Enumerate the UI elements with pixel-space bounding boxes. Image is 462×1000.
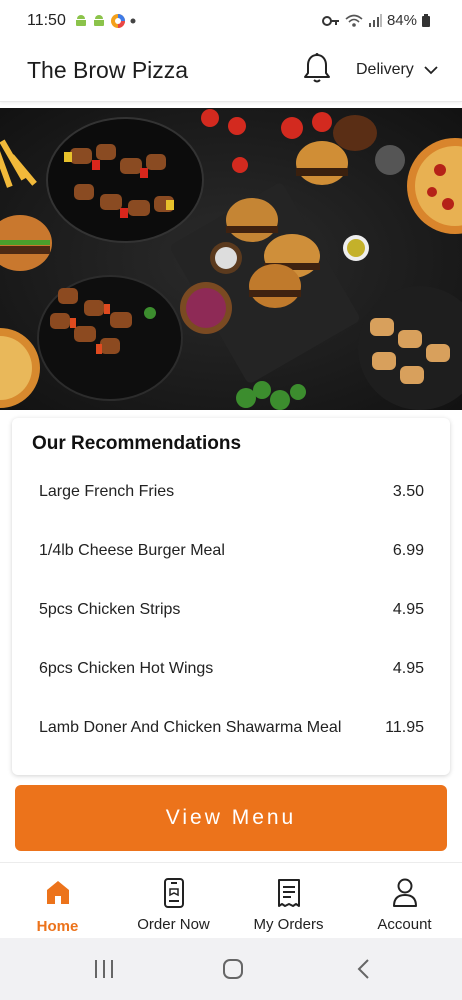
recent-apps-icon[interactable]	[93, 958, 115, 980]
app-header: The Brow Pizza Delivery	[0, 44, 462, 102]
item-price: 11.95	[385, 719, 424, 736]
battery-icon	[422, 14, 430, 27]
android-icon	[93, 15, 105, 26]
signal-icon	[368, 14, 382, 27]
food-illustration	[0, 108, 462, 410]
item-price: 4.95	[392, 660, 424, 677]
user-icon	[392, 878, 417, 907]
nav-item-my-orders[interactable]: My Orders	[231, 863, 346, 939]
notification-icons	[74, 13, 136, 29]
status-time: 11:50	[27, 12, 66, 29]
more-notifications-dot-icon	[130, 18, 136, 24]
receipt-icon	[277, 879, 300, 907]
android-icon	[75, 15, 87, 26]
nav-label-my-orders: My Orders	[253, 916, 324, 933]
delivery-selector[interactable]: Delivery	[356, 61, 438, 79]
wifi-icon	[345, 14, 363, 27]
recommendations-title: Our Recommendations	[32, 433, 242, 454]
nav-label-account: Account	[377, 916, 432, 933]
item-name: Lamb Doner And Chicken Shawarma Meal	[39, 719, 342, 736]
item-price: 3.50	[392, 483, 424, 500]
page-title: The Brow Pizza	[27, 57, 189, 83]
view-menu-button[interactable]: View Menu	[15, 785, 447, 851]
recommendation-item[interactable]: 1/4lb Cheese Burger Meal 6.99	[12, 532, 450, 572]
recommendation-item[interactable]: 5pcs Chicken Strips 4.95	[12, 591, 450, 631]
bottom-navigation: Home Order Now My Orders Account	[0, 862, 462, 938]
system-navigation-bar	[0, 938, 462, 1000]
battery-percent: 84%	[386, 12, 417, 29]
recommendation-item[interactable]: Large French Fries 3.50	[12, 473, 450, 513]
item-name: 5pcs Chicken Strips	[39, 601, 181, 618]
home-icon	[46, 881, 69, 904]
phone-order-icon	[163, 878, 184, 908]
chevron-down-icon	[424, 65, 438, 74]
item-price: 4.95	[392, 601, 424, 618]
nav-item-order-now[interactable]: Order Now	[116, 863, 231, 939]
nav-label-order-now: Order Now	[137, 916, 210, 933]
status-right: 84%	[321, 12, 430, 29]
nav-item-home[interactable]: Home	[0, 863, 115, 939]
item-name: 6pcs Chicken Hot Wings	[39, 660, 214, 677]
nav-item-account[interactable]: Account	[347, 863, 462, 939]
hero-food-image	[0, 108, 462, 410]
app-notification-icon	[111, 14, 125, 28]
item-price: 6.99	[392, 542, 424, 559]
back-icon[interactable]	[353, 958, 375, 980]
status-bar: 11:50 84%	[0, 0, 462, 44]
recommendations-card: Our Recommendations Large French Fries 3…	[12, 418, 450, 775]
bell-icon[interactable]	[303, 52, 331, 86]
recommendation-item[interactable]: 6pcs Chicken Hot Wings 4.95	[12, 650, 450, 690]
home-button-icon[interactable]	[222, 958, 244, 980]
vpn-key-icon	[321, 15, 339, 26]
recommendation-item[interactable]: Lamb Doner And Chicken Shawarma Meal 11.…	[12, 709, 450, 749]
item-name: Large French Fries	[39, 483, 175, 500]
nav-label-home: Home	[36, 918, 79, 935]
item-name: 1/4lb Cheese Burger Meal	[39, 542, 225, 559]
delivery-label: Delivery	[356, 61, 414, 78]
